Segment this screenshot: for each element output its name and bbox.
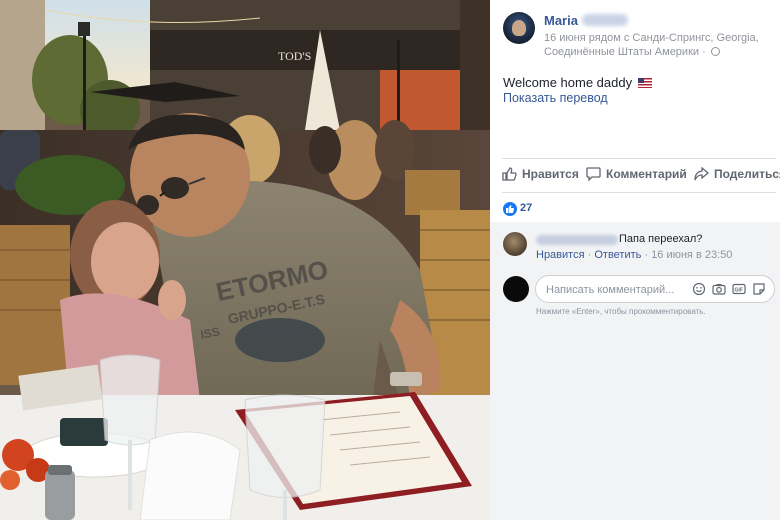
share-button[interactable]: Поделиться — [694, 167, 780, 181]
share-icon — [694, 167, 709, 181]
reactions-bar[interactable]: 27 — [490, 197, 780, 222]
us-flag-icon — [637, 78, 652, 88]
post-meta-text: 16 июня рядом с Санди-Спрингс, Georgia, … — [544, 32, 759, 58]
like-badge-icon — [503, 202, 517, 216]
post-text: Welcome home daddy — [503, 75, 652, 90]
author-surname-redacted — [582, 14, 628, 26]
current-user-avatar — [503, 276, 529, 302]
comment-icon — [586, 167, 601, 181]
svg-text:GIF: GIF — [734, 288, 743, 294]
emoji-icon[interactable] — [692, 282, 706, 296]
comment-like-link[interactable]: Нравится — [536, 249, 585, 261]
divider-bottom — [502, 192, 776, 193]
globe-icon — [710, 47, 720, 56]
sticker-icon[interactable] — [752, 282, 766, 296]
show-translation-link[interactable]: Показать перевод — [503, 91, 608, 105]
camera-icon[interactable] — [712, 282, 726, 296]
share-label: Поделиться — [714, 167, 780, 181]
comment-input[interactable] — [546, 282, 686, 298]
post-photo[interactable]: TOD'S ETORMO GRUPPO-E.T.S ISS — [0, 0, 490, 520]
divider-top — [502, 158, 776, 159]
like-button[interactable]: Нравится — [502, 167, 579, 181]
comment-text: Папа переехал? — [619, 233, 703, 245]
post-panel: Maria 16 июня рядом с Санди-Спрингс, Geo… — [490, 0, 780, 520]
composer-icons: GIF — [692, 282, 766, 296]
comment-composer[interactable]: GIF — [535, 275, 775, 303]
thumbs-up-icon — [502, 167, 517, 181]
comment-actions: Нравится · Ответить · 16 июня в 23:50 — [536, 249, 732, 261]
comments-section: Папа переехал? Нравится · Ответить · 16 … — [490, 222, 780, 520]
post-header: Maria 16 июня рядом с Санди-Спрингс, Geo… — [490, 0, 780, 70]
svg-text:TOD'S: TOD'S — [278, 49, 311, 63]
comment-button[interactable]: Комментарий — [586, 167, 687, 181]
comment-label: Комментарий — [606, 167, 687, 181]
post-text-content: Welcome home daddy — [503, 75, 633, 90]
composer-hint: Нажмите «Enter», чтобы прокомментировать… — [536, 307, 706, 316]
comment-reply-link[interactable]: Ответить — [594, 249, 641, 261]
author-avatar[interactable] — [503, 12, 535, 44]
comment-time[interactable]: 16 июня в 23:50 — [651, 249, 732, 261]
photo-illustration: TOD'S ETORMO GRUPPO-E.T.S ISS — [0, 0, 490, 520]
like-label: Нравится — [522, 167, 579, 181]
post-meta: 16 июня рядом с Санди-Спрингс, Georgia, … — [544, 31, 774, 59]
action-bar: Нравится Комментарий Поделиться — [490, 160, 780, 190]
commenter-name-redacted[interactable] — [536, 235, 618, 245]
author-name[interactable]: Maria — [544, 13, 578, 28]
commenter-avatar[interactable] — [503, 232, 527, 256]
gif-icon[interactable]: GIF — [732, 282, 746, 296]
reaction-count[interactable]: 27 — [520, 202, 532, 214]
